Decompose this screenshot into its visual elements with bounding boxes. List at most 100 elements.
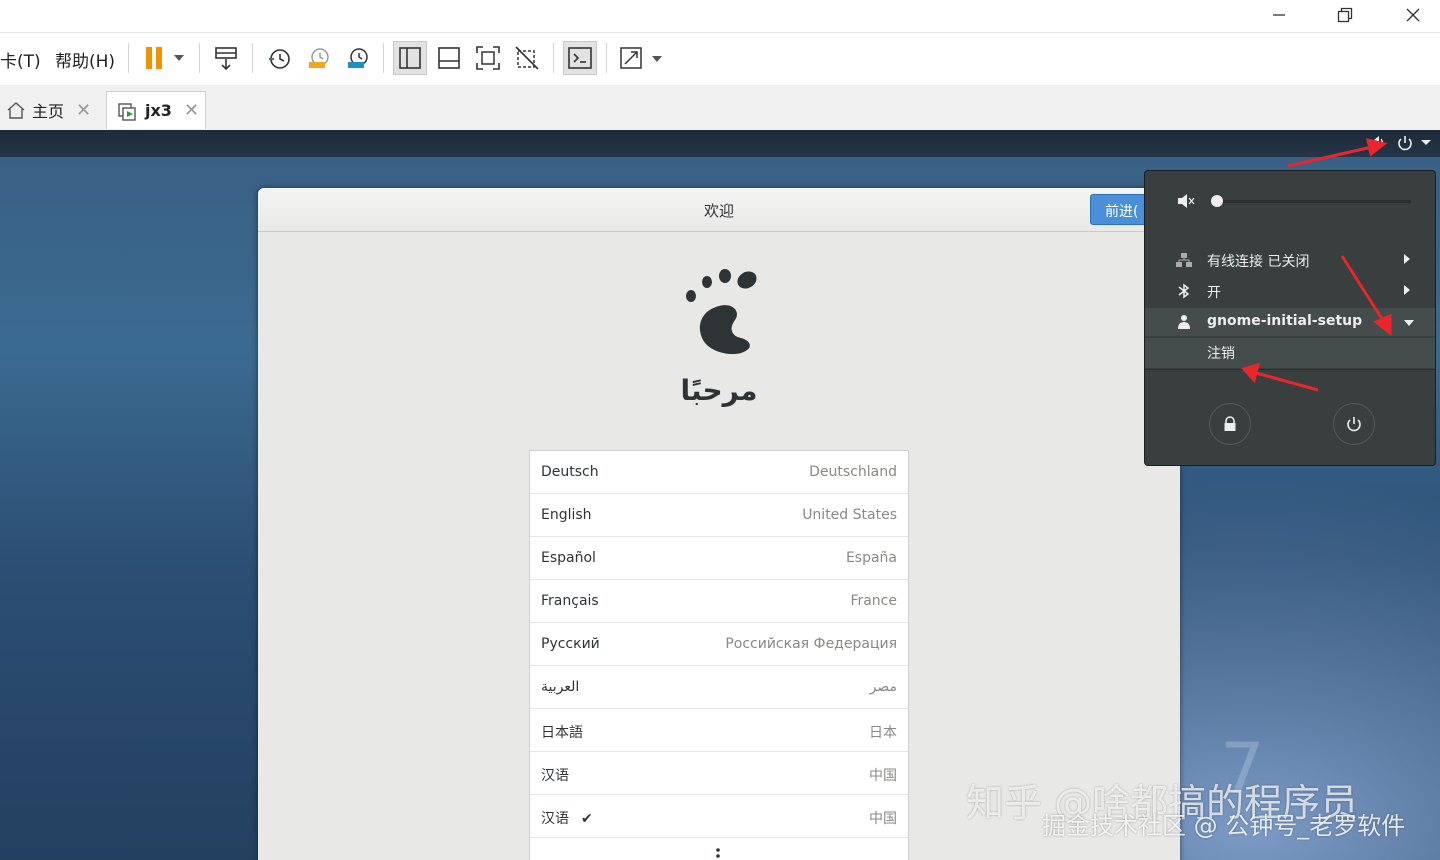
welcome-window: 欢迎 前进( مرحبًا Deutsch Deutschland Englis… [258,188,1180,860]
chevron-right-icon [1404,254,1410,264]
language-region: España [845,550,897,566]
fullscreen-button[interactable] [471,41,505,75]
toolbar-separator [606,43,607,73]
tab-jx3[interactable]: jx3 ✕ [106,91,206,129]
wired-connection-item[interactable]: 有线连接 已关闭 [1145,246,1435,274]
toolbar-separator [553,43,554,73]
language-name: Русский [541,636,600,652]
bottom-panel-layout-icon [438,47,460,69]
language-name: Français [541,593,599,609]
tab-home[interactable]: 主页 ✕ [0,91,100,129]
unity-disabled-icon [515,46,539,70]
home-icon [7,102,25,119]
language-row-espanol[interactable]: Español España [530,537,908,580]
stretch-guest-button[interactable] [616,41,668,75]
menu-toolbar: 卡(T) 帮助(H) [0,32,1440,86]
chevron-down-icon [1404,320,1414,326]
vm-tab-bar: 主页 ✕ jx3 ✕ [0,85,1440,131]
language-region: مصر [869,679,897,695]
language-name: 汉语 [541,811,569,827]
language-row-francais[interactable]: Français France [530,580,908,623]
bluetooth-item[interactable]: 开 [1145,277,1435,305]
power-off-button[interactable] [1333,403,1375,445]
language-region: 日本 [869,725,897,741]
checkmark-icon: ✔ [581,811,593,827]
user-icon [1178,315,1190,329]
language-name: 汉语 [541,768,569,784]
lock-screen-button[interactable] [1209,403,1251,445]
gnome-top-bar [0,130,1440,157]
menu-tab-item[interactable]: 卡(T) [0,47,41,72]
toolbar-separator [383,43,384,73]
language-region: 中国 [869,811,897,827]
tab-home-label: 主页 [32,102,65,121]
language-row-arabic[interactable]: العربية مصر [530,666,908,709]
stretch-icon [620,47,662,69]
language-name: Español [541,550,596,566]
volume-icon[interactable] [1369,135,1387,151]
system-menu-dropdown-icon[interactable] [1420,139,1432,147]
user-item[interactable]: gnome-initial-setup [1145,308,1435,336]
volume-slider-track[interactable] [1211,195,1411,207]
snapshot-manager-icon [348,48,368,68]
welcome-greeting: مرحبًا [680,374,758,407]
close-window-button[interactable] [1390,0,1436,30]
tab-jx3-label: jx3 [145,101,172,120]
more-languages-icon[interactable] [715,847,721,860]
language-row-japanese[interactable]: 日本語 日本 [530,709,908,752]
close-tab-icon[interactable]: ✕ [76,100,91,121]
minimize-button[interactable] [1256,0,1302,30]
power-icon [1347,417,1361,432]
restore-button[interactable] [1322,0,1368,30]
language-row-russian[interactable]: Русский Российская Федерация [530,623,908,666]
language-row-english[interactable]: English United States [530,494,908,537]
logout-item[interactable]: 注销 [1145,338,1435,368]
language-row-deutsch[interactable]: Deutsch Deutschland [530,451,908,494]
lock-icon [1224,416,1236,431]
menu-help-item[interactable]: 帮助(H) [55,47,115,72]
wired-connection-label: 有线连接 已关闭 [1207,254,1310,270]
language-region: Российская Федерация [725,636,897,652]
restore-icon [1337,7,1353,23]
toolbar-separator [252,43,253,73]
revert-snapshot-icon [309,48,329,68]
language-name: العربية [541,679,580,695]
user-name-label: gnome-initial-setup [1207,313,1363,329]
close-icon [1406,8,1420,22]
send-ctrl-alt-del-button[interactable] [209,41,243,75]
console-view-button[interactable] [563,41,597,75]
show-library-button[interactable] [393,41,427,75]
bluetooth-icon [1178,283,1190,299]
snapshot-clock-icon [269,49,290,69]
language-row-chinese-selected[interactable]: 汉语 ✔ 中国 [530,795,908,838]
chevron-right-icon [1404,285,1410,295]
network-wired-icon [1176,253,1192,267]
language-region: 中国 [869,768,897,784]
system-menu-popup: 有线连接 已关闭 开 gnome-initial-setup 注销 [1144,170,1436,466]
show-thumbnail-button[interactable] [432,41,466,75]
vm-display[interactable]: 欢迎 前进( مرحبًا Deutsch Deutschland Englis… [0,130,1440,860]
terminal-icon [568,47,592,69]
power-icon[interactable] [1396,134,1414,152]
revert-snapshot-button[interactable] [301,41,335,75]
pause-icon [146,47,184,69]
language-region: Deutschland [809,464,897,480]
keyboard-send-icon [215,47,237,71]
language-name: Deutsch [541,464,599,480]
minimize-icon [1273,14,1285,16]
close-tab-icon[interactable]: ✕ [184,100,199,121]
menu-divider [1145,369,1435,370]
toolbar-separator [199,43,200,73]
snapshot-button[interactable] [262,41,296,75]
language-row-chinese[interactable]: 汉语 中国 [530,752,908,795]
unity-mode-button[interactable] [510,41,544,75]
vm-icon [118,102,136,121]
window-titlebar [0,0,1440,32]
fullscreen-icon [476,46,500,70]
welcome-window-header: 欢迎 前进( [258,188,1180,232]
language-name: 日本語 [541,725,583,741]
volume-slider-handle[interactable] [1211,195,1223,207]
toolbar-separator [128,43,129,73]
pause-vm-button[interactable] [140,41,190,75]
snapshot-manager-button[interactable] [340,41,374,75]
